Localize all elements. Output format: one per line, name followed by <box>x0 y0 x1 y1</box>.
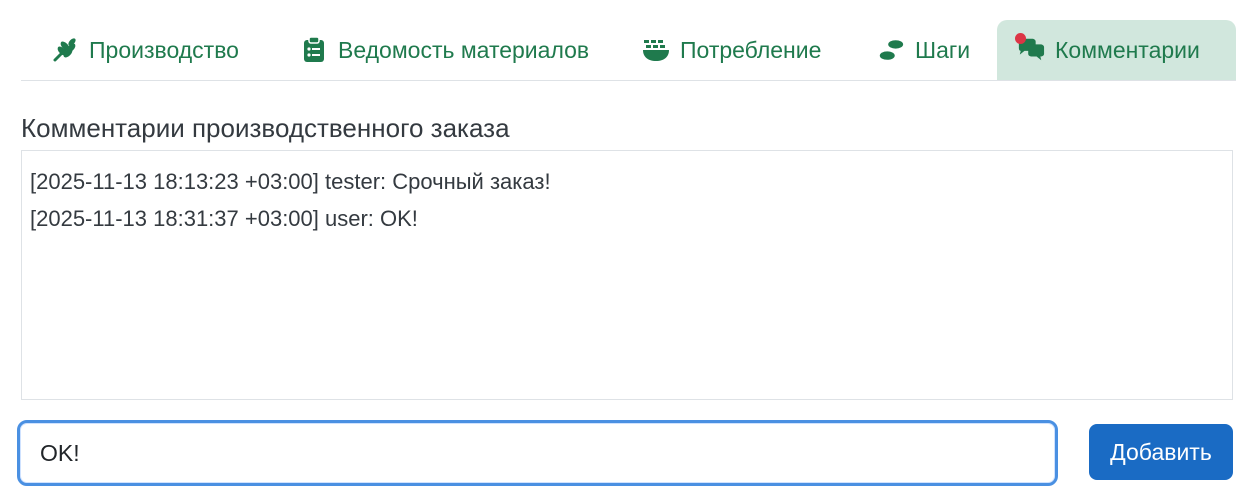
section-title: Комментарии производственного заказа <box>21 113 510 143</box>
tab-bill-of-materials-label: Ведомость материалов <box>338 36 590 63</box>
tab-steps[interactable]: Шаги <box>857 20 990 80</box>
tab-consumption[interactable]: Потребление <box>622 20 841 80</box>
comment-input[interactable] <box>17 420 1058 486</box>
tab-bar: Производство Ведомость материалов Потреб… <box>21 20 1236 81</box>
tab-consumption-label: Потребление <box>680 36 822 63</box>
comments-icon <box>1015 33 1045 64</box>
notification-dot <box>1015 33 1026 44</box>
comment-line: [2025-11-13 18:31:37 +03:00] user: OK! <box>30 206 418 231</box>
tab-comments-label: Комментарии <box>1055 36 1200 63</box>
comments-log: [2025-11-13 18:13:23 +03:00] tester: Сро… <box>21 150 1233 400</box>
bowl-food-icon <box>642 36 670 64</box>
footprints-icon <box>877 36 905 64</box>
tab-bill-of-materials[interactable]: Ведомость материалов <box>280 20 609 80</box>
tab-production[interactable]: Производство <box>31 20 259 80</box>
clipboard-list-icon <box>300 36 328 64</box>
tab-steps-label: Шаги <box>915 36 971 63</box>
wheat-icon <box>51 36 79 64</box>
comment-line: [2025-11-13 18:13:23 +03:00] tester: Сро… <box>30 169 551 194</box>
add-comment-button[interactable]: Добавить <box>1089 424 1233 480</box>
tab-production-label: Производство <box>89 36 239 63</box>
tab-comments[interactable]: Комментарии <box>997 20 1236 80</box>
